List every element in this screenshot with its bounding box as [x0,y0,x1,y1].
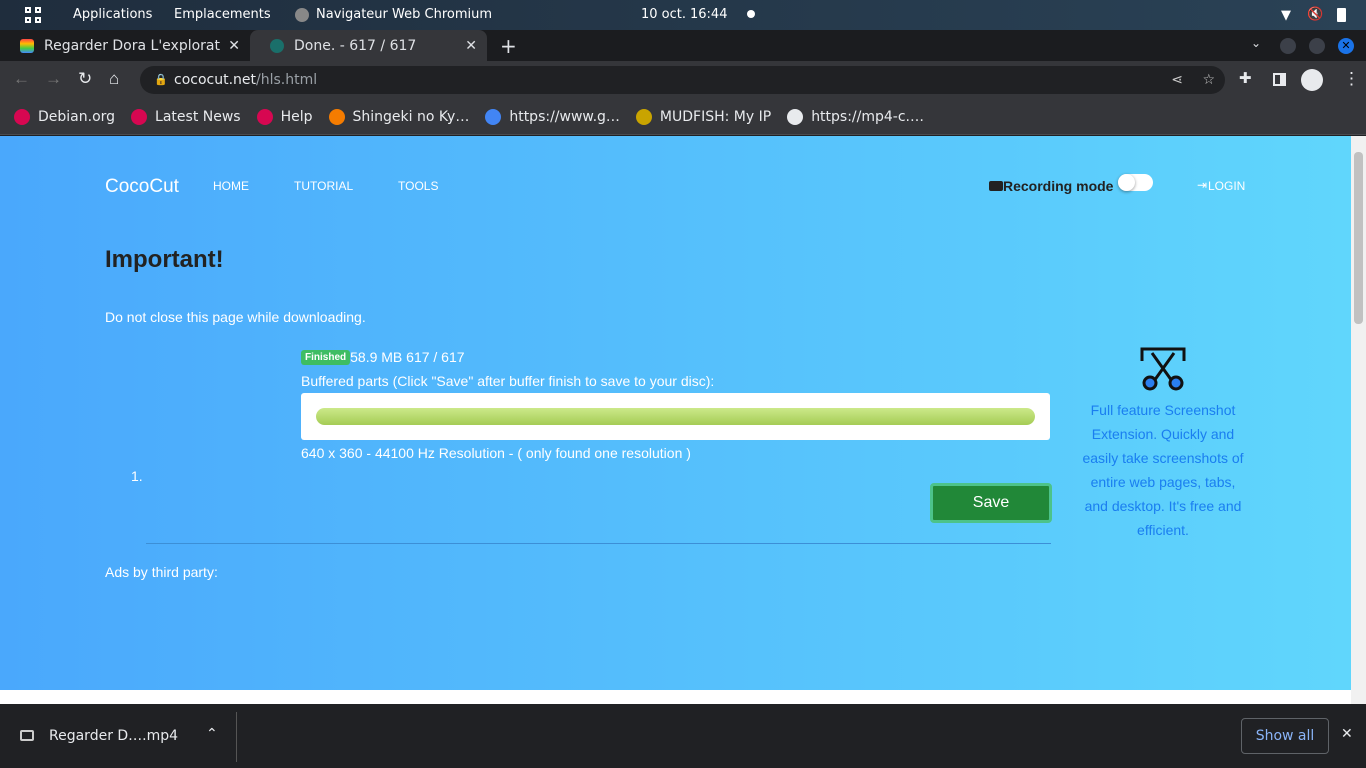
profile-avatar-icon[interactable] [1301,69,1323,91]
page-bottom [0,690,1351,704]
download-item[interactable]: Regarder D….mp4 [49,728,178,744]
nav-tools[interactable]: TOOLS [398,179,438,193]
page-heading: Important! [105,246,224,273]
bookmark-item[interactable]: https://www.g… [485,108,620,125]
home-icon[interactable]: ⌂ [109,69,119,89]
bookmark-favicon-icon [328,108,345,125]
maximize-icon[interactable] [1309,38,1325,54]
app-grid-icon[interactable] [25,7,41,23]
bookmark-label: Debian.org [38,108,116,125]
bookmark-item[interactable]: https://mp4-c.… [787,108,925,125]
places-menu[interactable]: Emplacements [174,7,271,22]
bookmark-favicon-icon [14,108,30,125]
bookmark-star-icon[interactable]: ☆ [1202,66,1215,94]
tab-cococut[interactable]: Done. - 617 / 617 ✕ [250,30,487,61]
chromium-icon [295,8,309,22]
nav-home[interactable]: HOME [213,179,249,193]
notification-dot-icon [747,10,755,18]
brand-logo[interactable]: CocoCut [105,176,179,198]
bookmarks-bar: Debian.org Latest News Help Shingeki no Ky…… [0,99,1366,135]
bookmark-label: MUDFISH: My IP [659,108,772,125]
bookmark-favicon-icon [787,108,804,125]
size-info: 58.9 MB 617 / 617 [350,349,465,365]
browser-toolbar: ← → ↻ ⌂ 🔒 cococut.net/hls.html ⋖ ☆ ✚ ⋮ [0,61,1366,99]
bookmark-favicon-icon [635,108,652,125]
new-tab-icon[interactable]: + [500,34,517,58]
system-top-bar: Applications Emplacements Navigateur Web… [0,0,1366,30]
nav-tutorial[interactable]: TUTORIAL [294,179,353,193]
address-bar[interactable]: 🔒 cococut.net/hls.html ⋖ ☆ [140,66,1225,94]
forward-icon[interactable]: → [45,69,62,89]
bookmark-item[interactable]: Latest News [131,108,241,125]
recording-mode-label: Recording mode [1003,178,1114,194]
list-number: 1. [131,468,143,484]
bookmark-label: Help [280,108,313,125]
url-host: cococut.net [174,72,257,88]
buffer-label: Buffered parts (Click "Save" after buffe… [301,373,715,389]
login-link[interactable]: LOGIN [1208,179,1245,193]
progress-container [301,393,1050,440]
close-window-icon[interactable]: ✕ [1338,38,1354,54]
save-button[interactable]: Save [930,483,1052,523]
download-options-chevron-icon[interactable]: ⌃ [206,726,218,742]
minimize-icon[interactable] [1280,38,1296,54]
tab-strip: Regarder Dora L'explorat ✕ Done. - 617 /… [0,30,1366,61]
bookmark-item[interactable]: MUDFISH: My IP [635,108,772,125]
bookmark-favicon-icon [485,108,502,125]
scrollbar-thumb[interactable] [1354,152,1363,324]
bookmark-item[interactable]: Shingeki no Ky… [328,108,470,125]
back-icon[interactable]: ← [13,69,30,89]
notice-text: Do not close this page while downloading… [105,309,366,325]
video-camera-icon [989,181,1003,191]
mute-icon[interactable]: 🔇 [1307,7,1323,22]
wifi-icon[interactable]: ▼ [1281,8,1291,23]
video-file-icon [20,730,34,741]
bookmark-item[interactable]: Debian.org [14,108,116,125]
bookmark-label: https://www.g… [509,108,620,125]
url-path: /hls.html [256,72,318,88]
page-scrollbar[interactable] [1351,136,1366,704]
download-shelf: Regarder D….mp4 ⌃ Show all ✕ [0,704,1366,768]
divider [146,543,1051,544]
bookmark-label: https://mp4-c.… [811,108,925,125]
tab-search-chevron-icon[interactable]: ⌄ [1251,36,1261,50]
side-panel-icon[interactable] [1273,73,1286,86]
extensions-icon[interactable]: ✚ [1239,69,1252,87]
bookmark-label: Latest News [155,108,241,125]
bookmark-favicon-icon [131,108,148,125]
close-tab-icon[interactable]: ✕ [228,38,240,54]
close-tab-icon[interactable]: ✕ [465,38,477,54]
tab-favicon-icon [20,38,34,53]
lock-icon: 🔒 [154,73,168,86]
time[interactable]: 16:44 [690,7,727,22]
shelf-divider [236,712,237,762]
tab-title: Regarder Dora L'explorat [44,37,220,54]
active-app[interactable]: Navigateur Web Chromium [316,7,492,22]
battery-icon[interactable] [1337,8,1346,22]
applications-menu[interactable]: Applications [73,7,152,22]
ad-text[interactable]: Full feature Screenshot Extension. Quick… [1080,398,1246,542]
tab-dora[interactable]: Regarder Dora L'explorat ✕ [0,30,250,61]
close-shelf-icon[interactable]: ✕ [1341,726,1353,742]
cococut-page: CocoCut HOME TUTORIAL TOOLS Recording mo… [0,136,1351,690]
tab-title: Done. - 617 / 617 [294,37,417,54]
status-line: Finished 58.9 MB 617 / 617 [301,349,465,365]
screenshot-scissors-icon[interactable] [1140,347,1186,391]
recording-mode-toggle[interactable] [1118,174,1153,191]
login-icon: ⇥ [1197,178,1208,192]
date[interactable]: 10 oct. [641,7,686,22]
tab-favicon-icon [270,38,284,53]
share-icon[interactable]: ⋖ [1171,66,1183,94]
show-all-button[interactable]: Show all [1241,718,1329,754]
status-badge: Finished [301,349,351,365]
progress-bar [316,408,1035,425]
bookmark-item[interactable]: Help [256,108,313,125]
ads-label: Ads by third party: [105,564,218,580]
menu-kebab-icon[interactable]: ⋮ [1343,69,1360,89]
reload-icon[interactable]: ↻ [78,69,92,89]
bookmark-favicon-icon [256,108,273,125]
resolution-text: 640 x 360 - 44100 Hz Resolution - ( only… [301,445,691,461]
bookmark-label: Shingeki no Ky… [352,108,470,125]
